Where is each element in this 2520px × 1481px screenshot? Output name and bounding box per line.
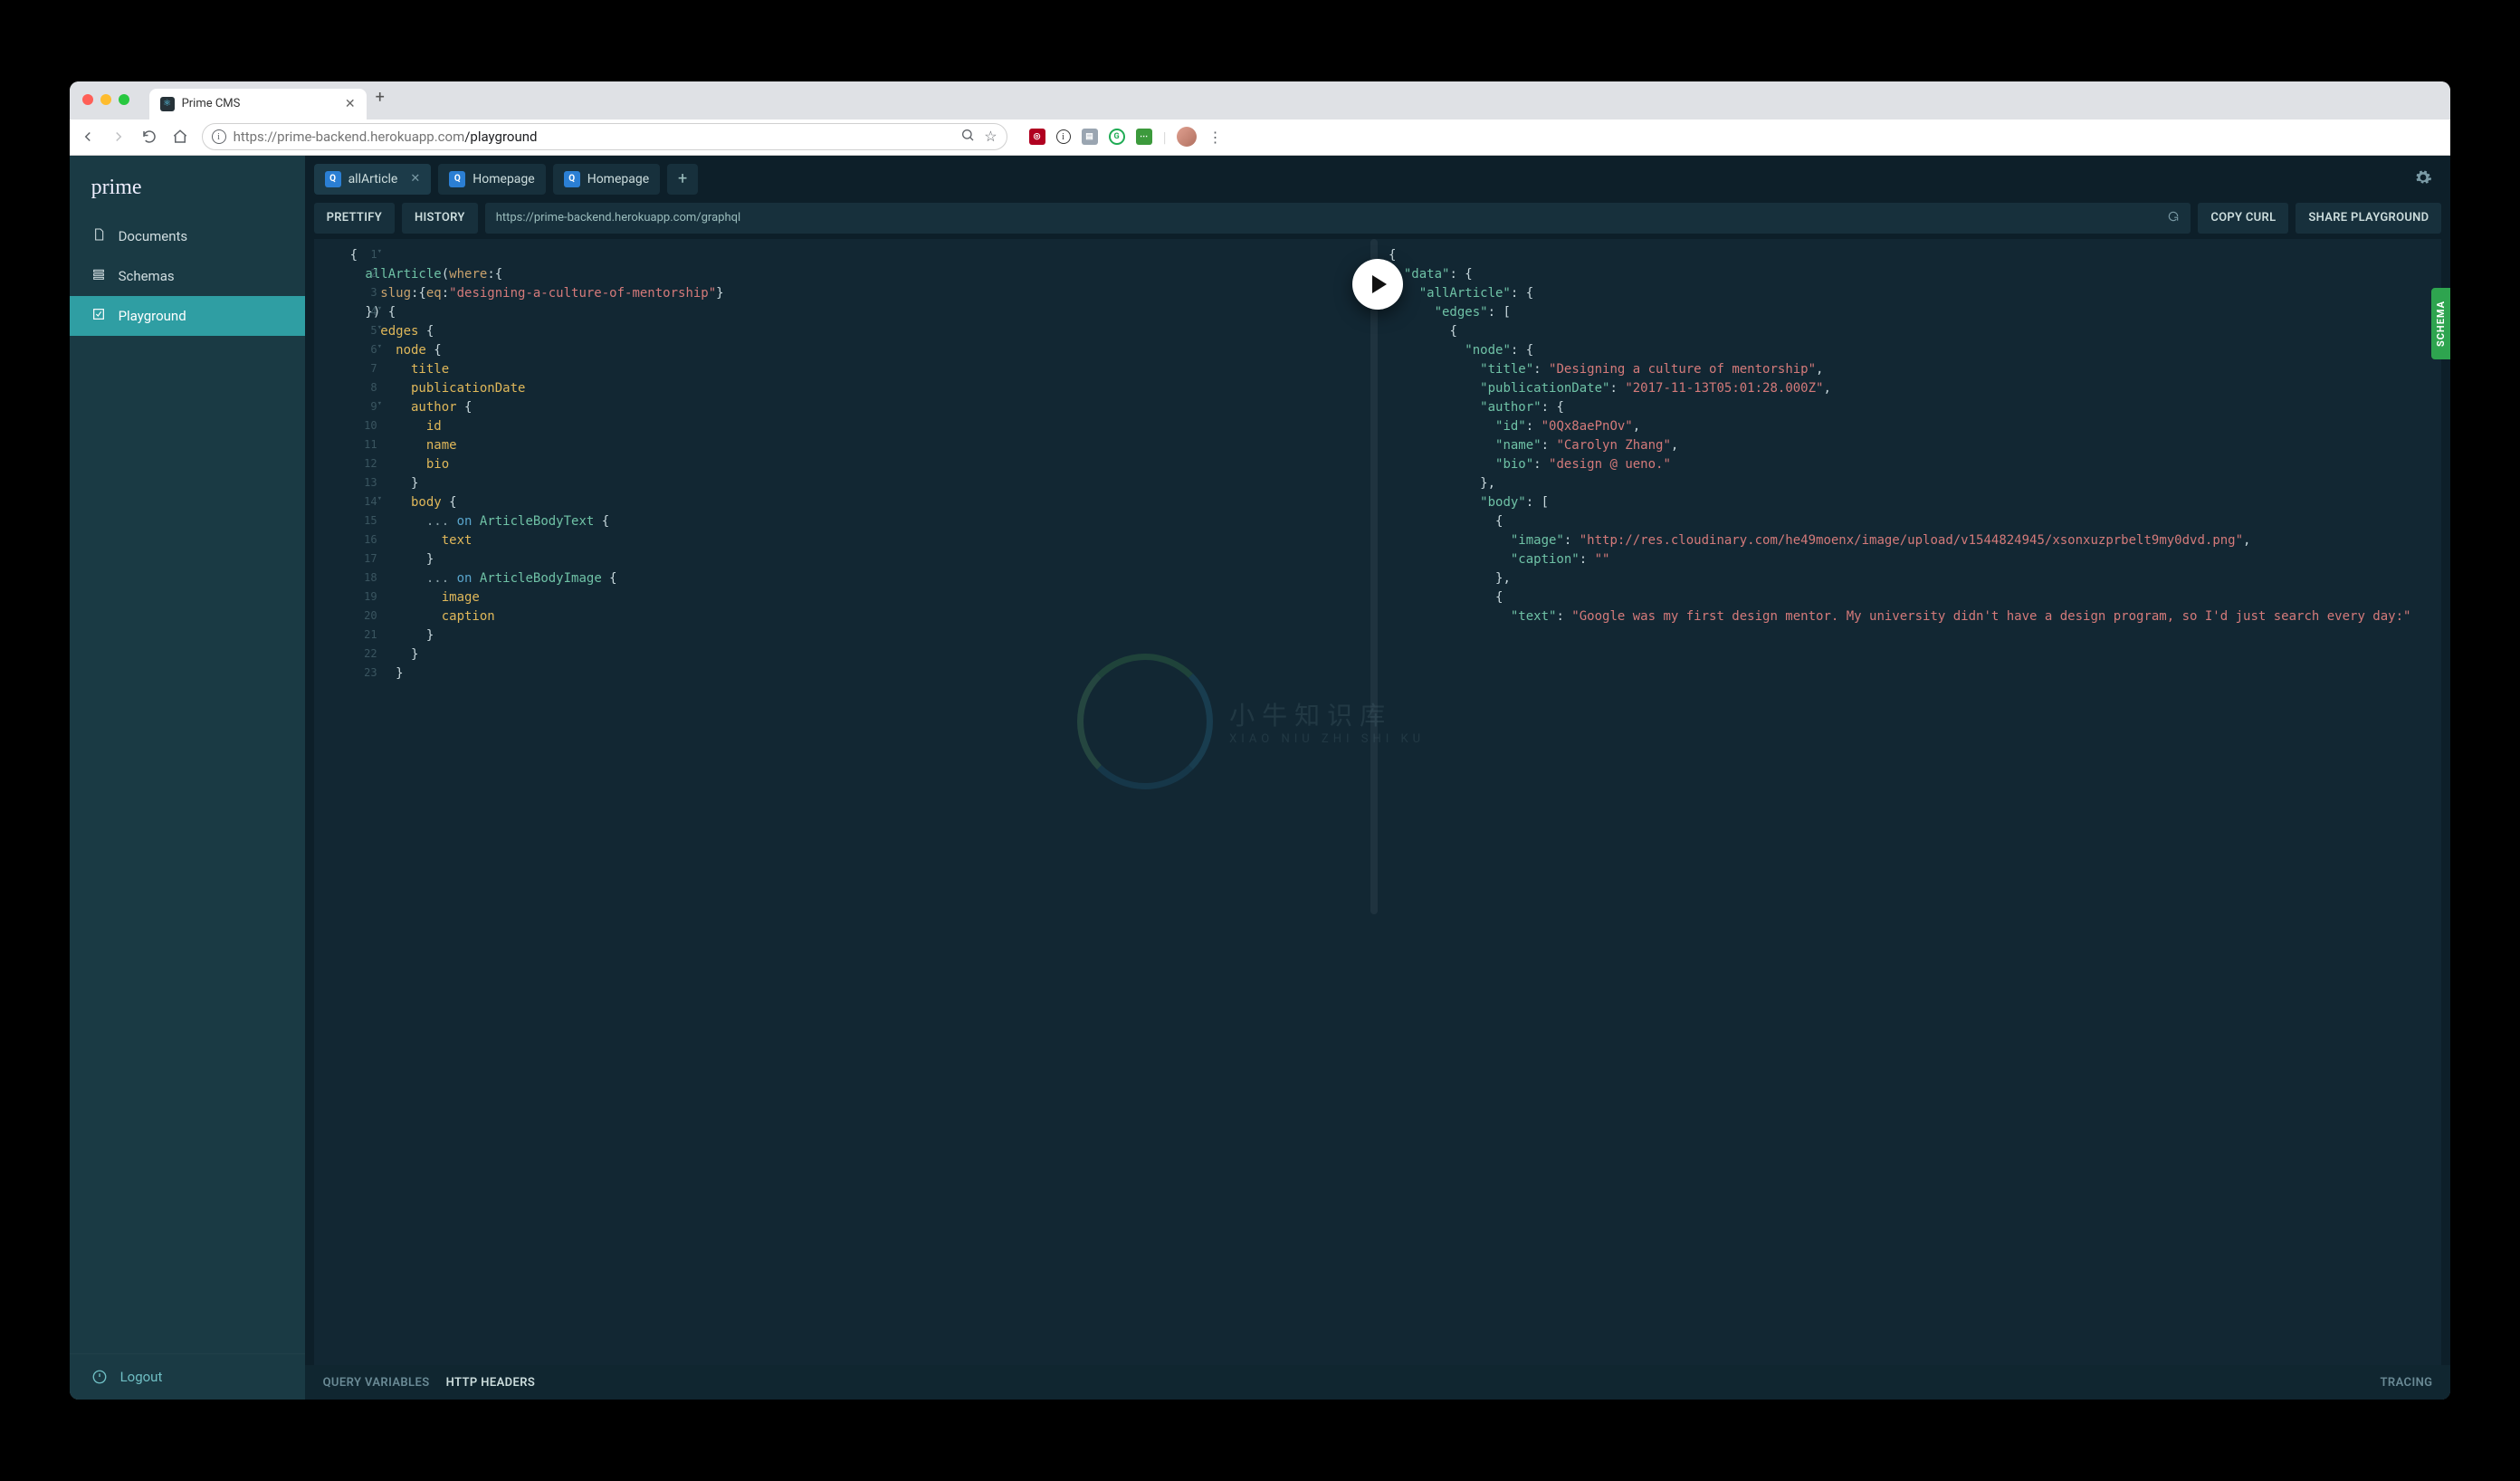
close-tab-button[interactable]: ✕ bbox=[345, 97, 356, 111]
sidebar-item-schemas[interactable]: Schemas bbox=[70, 256, 305, 296]
sidebar-item-label: Documents bbox=[119, 228, 188, 244]
window-controls bbox=[82, 94, 129, 105]
editor-toolbar: PRETTIFY HISTORY https://prime-backend.h… bbox=[305, 203, 2451, 234]
playground-icon bbox=[91, 307, 106, 325]
back-button[interactable] bbox=[79, 128, 97, 146]
http-headers-tab[interactable]: HTTP HEADERS bbox=[446, 1376, 536, 1390]
sidebar-item-label: Schemas bbox=[119, 268, 175, 284]
editor-footer: QUERY VARIABLES HTTP HEADERS TRACING bbox=[305, 1365, 2451, 1400]
sidebar: prime Documents Schemas Playground Logou… bbox=[70, 156, 305, 1400]
ublock-extension-icon[interactable]: ◎ bbox=[1029, 129, 1045, 145]
browser-titlebar: ⚛ Prime CMS ✕ + bbox=[70, 81, 2451, 119]
new-tab-button[interactable]: + bbox=[376, 88, 385, 107]
close-window-button[interactable] bbox=[82, 94, 93, 105]
endpoint-input[interactable]: https://prime-backend.herokuapp.com/grap… bbox=[485, 203, 2191, 234]
query-type-badge: Q bbox=[325, 171, 341, 187]
history-button[interactable]: HISTORY bbox=[402, 203, 478, 234]
endpoint-url: https://prime-backend.herokuapp.com/grap… bbox=[496, 211, 740, 225]
query-type-badge: Q bbox=[449, 171, 465, 187]
document-icon bbox=[91, 227, 106, 245]
browser-tab[interactable]: ⚛ Prime CMS ✕ bbox=[149, 89, 367, 119]
share-playground-button[interactable]: SHARE PLAYGROUND bbox=[2296, 203, 2441, 234]
extension-badge-icon[interactable]: ▤ bbox=[1082, 129, 1098, 145]
response-viewer[interactable]: { "data": { "allArticle": { "edges": [ {… bbox=[1378, 239, 2441, 1365]
query-tab[interactable]: Q allArticle ✕ bbox=[314, 164, 432, 195]
extension-info-icon[interactable]: i bbox=[1056, 129, 1071, 144]
playground-main: Q allArticle ✕ Q Homepage Q Homepage + P… bbox=[305, 156, 2451, 1400]
favicon-icon: ⚛ bbox=[160, 97, 175, 111]
cors-extension-icon[interactable]: ⋯ bbox=[1136, 129, 1152, 145]
home-button[interactable] bbox=[171, 128, 189, 146]
browser-menu-button[interactable]: ⋮ bbox=[1208, 129, 1222, 146]
app-shell: prime Documents Schemas Playground Logou… bbox=[70, 156, 2451, 1400]
copy-curl-button[interactable]: COPY CURL bbox=[2198, 203, 2288, 234]
editor-panes: 1▾{2 allArticle(where:{3 slug:{eq:"desig… bbox=[314, 239, 2442, 1365]
schema-sidebar-toggle[interactable]: SCHEMA bbox=[2431, 288, 2450, 359]
tracing-tab[interactable]: TRACING bbox=[2381, 1376, 2433, 1390]
profile-avatar[interactable] bbox=[1177, 127, 1197, 147]
query-tab-label: Homepage bbox=[587, 172, 649, 186]
logout-button[interactable]: Logout bbox=[70, 1353, 305, 1400]
brand-logo: prime bbox=[70, 156, 305, 216]
browser-tab-title: Prime CMS bbox=[182, 97, 338, 110]
query-tabbar: Q allArticle ✕ Q Homepage Q Homepage + bbox=[305, 156, 2451, 203]
execute-button[interactable] bbox=[1352, 259, 1403, 310]
add-query-tab-button[interactable]: + bbox=[667, 164, 698, 195]
grammarly-extension-icon[interactable]: G bbox=[1109, 129, 1125, 145]
reload-schema-button[interactable] bbox=[2167, 210, 2180, 226]
forward-button[interactable] bbox=[110, 128, 128, 146]
query-editor[interactable]: 1▾{2 allArticle(where:{3 slug:{eq:"desig… bbox=[314, 239, 1378, 1365]
query-variables-tab[interactable]: QUERY VARIABLES bbox=[323, 1376, 430, 1390]
query-tab-label: Homepage bbox=[472, 172, 534, 186]
scrollbar[interactable] bbox=[1370, 239, 1378, 914]
site-info-icon[interactable]: i bbox=[212, 129, 226, 144]
address-bar[interactable]: i https://prime-backend.herokuapp.com/pl… bbox=[202, 123, 1007, 150]
settings-button[interactable] bbox=[2414, 168, 2432, 190]
query-tab-label: allArticle bbox=[348, 172, 398, 186]
reload-button[interactable] bbox=[140, 128, 158, 146]
query-type-badge: Q bbox=[564, 171, 580, 187]
sidebar-item-label: Playground bbox=[119, 308, 186, 324]
browser-window: ⚛ Prime CMS ✕ + i https://prime-backend.… bbox=[70, 81, 2451, 1400]
maximize-window-button[interactable] bbox=[119, 94, 129, 105]
schema-icon bbox=[91, 267, 106, 285]
query-tab[interactable]: Q Homepage bbox=[438, 164, 545, 195]
bookmark-button[interactable]: ☆ bbox=[984, 128, 997, 146]
sidebar-item-documents[interactable]: Documents bbox=[70, 216, 305, 256]
extensions-area: ◎ i ▤ G ⋯ | ⋮ bbox=[1029, 127, 1223, 147]
omnibox-search-icon[interactable] bbox=[960, 128, 975, 146]
minimize-window-button[interactable] bbox=[100, 94, 111, 105]
logout-label: Logout bbox=[120, 1369, 163, 1385]
sidebar-item-playground[interactable]: Playground bbox=[70, 296, 305, 336]
prettify-button[interactable]: PRETTIFY bbox=[314, 203, 395, 234]
url-display: https://prime-backend.herokuapp.com/play… bbox=[234, 129, 954, 145]
close-query-tab-button[interactable]: ✕ bbox=[410, 172, 420, 186]
browser-toolbar: i https://prime-backend.herokuapp.com/pl… bbox=[70, 119, 2451, 156]
logout-icon bbox=[91, 1369, 108, 1385]
query-tab[interactable]: Q Homepage bbox=[553, 164, 660, 195]
